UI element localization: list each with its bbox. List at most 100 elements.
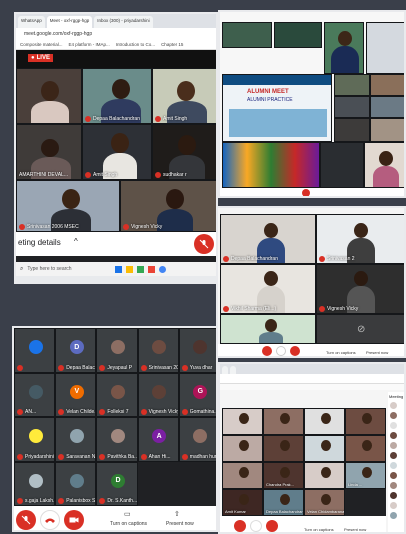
camera-off-button[interactable]	[266, 520, 278, 532]
camera-off-button[interactable]	[64, 510, 84, 530]
video-tile[interactable]: AN...	[14, 372, 56, 417]
turn-on-captions-button[interactable]: Turn on captions	[304, 527, 334, 532]
video-tile[interactable]	[334, 96, 370, 118]
video-tile[interactable]	[274, 22, 322, 48]
video-tile[interactable]: Srinivasan 2	[316, 214, 404, 264]
tab-other[interactable]	[230, 366, 236, 374]
tab-whatsapp[interactable]: WhatsApp	[18, 16, 45, 28]
video-tile[interactable]: Srinivasan 2006 MSEC	[16, 180, 120, 232]
mic-button[interactable]	[262, 346, 272, 356]
leave-call-button[interactable]	[276, 346, 286, 356]
video-tile[interactable]: Yuva dhar	[178, 328, 216, 373]
captions-icon: ▭	[124, 511, 131, 518]
video-tile[interactable]: D Depaa Balac...	[55, 328, 97, 373]
video-tile[interactable]: s.gaja Laksh...	[14, 461, 56, 506]
video-tile[interactable]	[220, 314, 316, 344]
video-tile[interactable]	[345, 408, 386, 435]
video-tile[interactable]	[222, 462, 263, 489]
video-tile[interactable]: Linda ...	[345, 462, 386, 489]
leave-call-button[interactable]	[302, 189, 310, 196]
video-tile[interactable]	[16, 68, 82, 124]
leave-call-button[interactable]	[40, 510, 60, 530]
mic-off-button[interactable]	[16, 510, 36, 530]
video-tile[interactable]	[364, 142, 404, 188]
taskbar-search[interactable]: Type here to search	[27, 266, 111, 272]
video-tile[interactable]: Srinivasan 20...	[137, 328, 179, 373]
video-tile[interactable]: G Gomathina...	[178, 372, 216, 417]
bookmark-item[interactable]: Composite material...	[20, 42, 63, 47]
video-tile[interactable]	[222, 22, 272, 48]
video-tile[interactable]	[263, 408, 304, 435]
video-tile[interactable]: Vikhil Sharma (Eli...)	[220, 264, 316, 314]
video-tile[interactable]: sudhakar r	[152, 124, 216, 180]
video-tile[interactable]	[304, 462, 345, 489]
video-tile[interactable]	[222, 408, 263, 435]
video-tile[interactable]	[370, 96, 404, 118]
video-tile[interactable]	[370, 118, 404, 142]
video-tile[interactable]: Amit Singh	[82, 124, 152, 180]
video-tile[interactable]: Vignesh Vicky	[120, 180, 216, 232]
video-tile[interactable]: Chandra Prak...	[263, 462, 304, 489]
meet-control-bar	[220, 188, 404, 196]
participant-name-tag: Depaa Balac...	[58, 364, 95, 371]
video-tile[interactable]	[366, 22, 404, 74]
video-tile[interactable]	[14, 328, 56, 373]
video-tile[interactable]	[370, 74, 404, 96]
address-bar[interactable]: meet.google.com/oxf-rggp-hgp	[16, 28, 216, 40]
tab-inbox[interactable]: Inbox (300) - priyadarshini	[94, 16, 153, 28]
video-tile[interactable]: Depaa Balachandran	[263, 489, 304, 516]
video-tile[interactable]: madhan hunk	[178, 417, 216, 462]
bookmark-item[interactable]: Chapter 15	[161, 42, 183, 47]
address-bar[interactable]	[220, 374, 404, 384]
tab-meet[interactable]: Meet - oxf-rggp-hgp	[46, 16, 93, 28]
video-tile[interactable]	[334, 74, 370, 96]
video-tile[interactable]: Pavithka Ba...	[96, 417, 138, 462]
video-tile[interactable]	[334, 118, 370, 142]
leave-call-button[interactable]	[250, 520, 262, 532]
taskbar-app-icon[interactable]	[148, 265, 156, 273]
video-tile[interactable]	[222, 435, 263, 462]
video-tile[interactable]: Vignesh Vicky	[316, 264, 404, 314]
taskbar-app-icon[interactable]	[115, 265, 123, 273]
participant-name-tag: Dr. S.Kanth...	[99, 498, 137, 504]
meeting-details-bar[interactable]: eting details ^	[16, 232, 216, 256]
video-tile[interactable]: Amit Singh	[152, 68, 216, 124]
participant-name-tag: Vignesh Vicky	[319, 306, 358, 312]
video-tile[interactable]	[263, 435, 304, 462]
tab-meet[interactable]	[222, 366, 228, 374]
taskbar-app-icon[interactable]	[137, 265, 145, 273]
video-tile[interactable]: Palanisbox S...	[55, 461, 97, 506]
video-tile[interactable]: D Dr. S.Kanth...	[96, 461, 138, 506]
participant-list-avatar	[390, 412, 397, 419]
video-tile[interactable]: Depaa Balachandran	[82, 68, 152, 124]
taskbar-app-icon[interactable]	[159, 265, 167, 273]
video-tile[interactable]: Depaa Balachandran	[220, 214, 316, 264]
video-tile[interactable]: Folleksi 7	[96, 372, 138, 417]
video-tile[interactable]: Saravanan N...	[55, 417, 97, 462]
bookmark-item[interactable]: Introduction to Co...	[116, 42, 155, 47]
video-tile[interactable]: ⊘	[316, 314, 404, 344]
mic-off-button[interactable]	[234, 520, 246, 532]
video-tile[interactable]: AMARTHINI DEVAL...	[16, 124, 82, 180]
video-tile[interactable]	[304, 408, 345, 435]
turn-on-captions-button[interactable]: Turn on captions	[110, 521, 147, 527]
camera-button[interactable]	[290, 346, 300, 356]
leave-call-button[interactable]	[194, 234, 214, 254]
video-tile[interactable]: A Ahan Hi...	[137, 417, 179, 462]
video-tile[interactable]	[320, 142, 364, 188]
video-tile[interactable]	[324, 22, 364, 74]
turn-on-captions-button[interactable]: Turn on captions	[326, 350, 356, 355]
video-tile[interactable]: Amit Kumar	[222, 489, 263, 516]
video-tile[interactable]: V Velan Childe...	[55, 372, 97, 417]
present-now-button[interactable]: Present now	[366, 350, 388, 355]
video-tile[interactable]	[304, 435, 345, 462]
video-tile[interactable]: Vignesh Vicky	[137, 372, 179, 417]
present-now-button[interactable]: Present now	[166, 521, 194, 527]
video-tile[interactable]: Jeyapaul P	[96, 328, 138, 373]
video-tile[interactable]	[345, 435, 386, 462]
video-tile[interactable]: Priyadarshini...	[14, 417, 56, 462]
bookmark-item[interactable]: E4 platform - IMAp...	[69, 42, 110, 47]
present-now-button[interactable]: Present now	[344, 527, 366, 532]
taskbar-app-icon[interactable]	[126, 265, 134, 273]
video-tile[interactable]: Velan Chidambaranathan	[304, 489, 345, 516]
